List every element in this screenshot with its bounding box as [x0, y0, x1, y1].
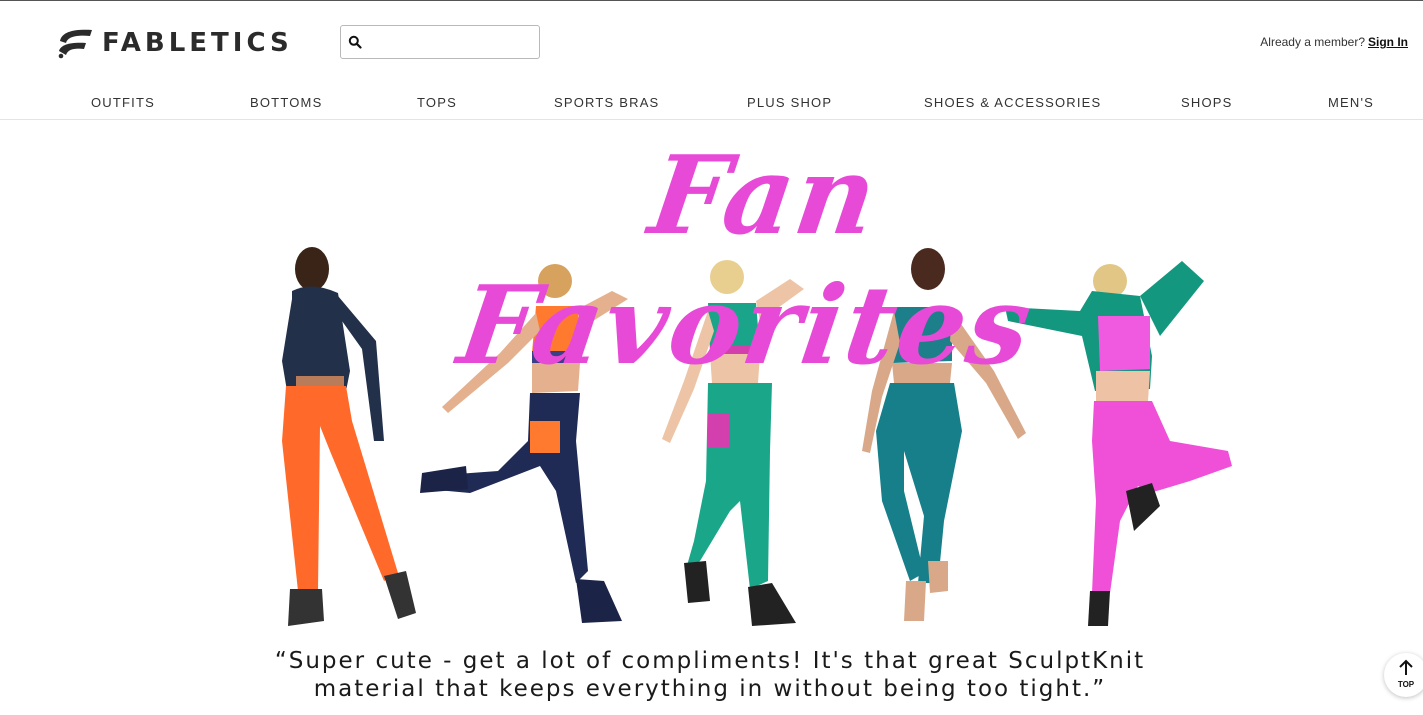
main-nav: OUTFITS BOTTOMS TOPS SPORTS BRAS PLUS SH… [0, 89, 1423, 120]
brand-logo[interactable]: FABLETICS [56, 27, 293, 59]
back-to-top-button[interactable]: TOP [1384, 653, 1423, 697]
nav-item-plus-shop[interactable]: PLUS SHOP [747, 95, 832, 110]
nav-item-shops[interactable]: SHOPS [1181, 95, 1233, 110]
quote-line-2: material that keeps everything in withou… [313, 676, 1107, 702]
site-header: FABLETICS Already a member? Sign In [0, 1, 1423, 89]
search-icon[interactable] [348, 35, 362, 49]
hero-title: Fan Favorites [451, 133, 1041, 389]
brand-wordmark: FABLETICS [102, 28, 293, 58]
quote-line-1: “Super cute - get a lot of compliments! … [274, 648, 1146, 674]
search-box[interactable] [340, 25, 540, 59]
nav-item-shoes-accessories[interactable]: SHOES & ACCESSORIES [924, 95, 1101, 110]
arrow-up-icon [1399, 659, 1413, 675]
hero-banner[interactable]: Fan Favorites “Super cute - get a lot of… [0, 121, 1423, 715]
sign-in-link[interactable]: Sign In [1368, 35, 1408, 49]
nav-item-mens[interactable]: MEN'S [1328, 95, 1374, 110]
fabletics-logo-icon [58, 29, 92, 59]
member-prompt-text: Already a member? [1260, 35, 1365, 49]
search-input[interactable] [367, 30, 535, 54]
nav-item-bottoms[interactable]: BOTTOMS [250, 95, 322, 110]
nav-item-sports-bras[interactable]: SPORTS BRAS [554, 95, 659, 110]
nav-item-tops[interactable]: TOPS [417, 95, 457, 110]
member-prompt: Already a member? Sign In [1260, 35, 1408, 49]
back-to-top-label: TOP [1397, 680, 1415, 689]
nav-item-outfits[interactable]: OUTFITS [91, 95, 155, 110]
customer-quote: “Super cute - get a lot of compliments! … [200, 647, 1220, 703]
